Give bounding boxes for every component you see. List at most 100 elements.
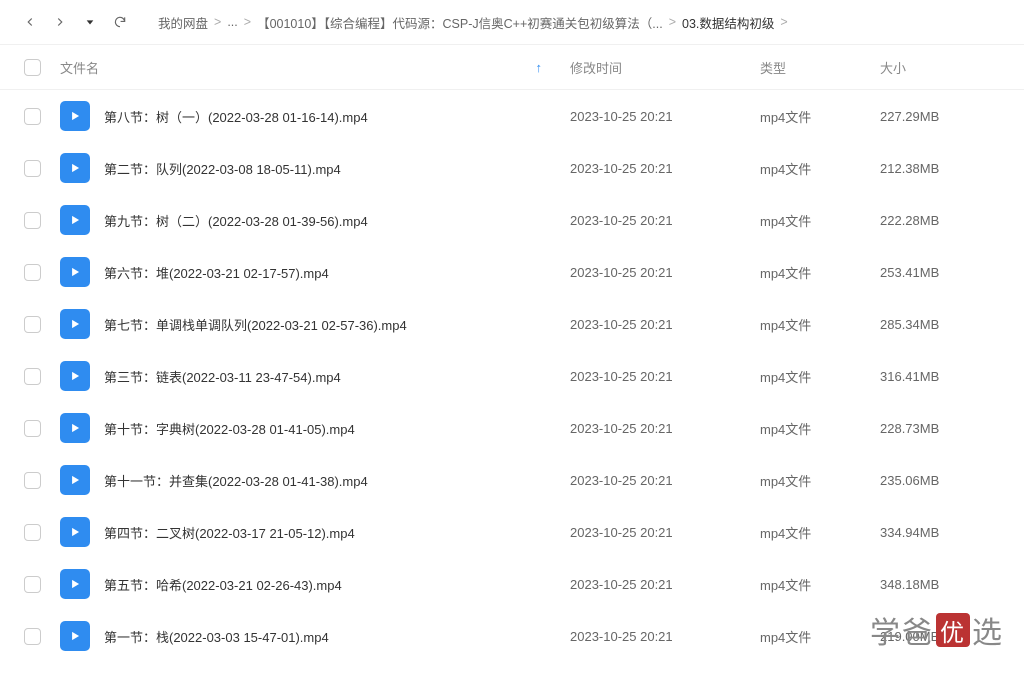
table-row[interactable]: 第七节：单调栈单调队列(2022-03-21 02-57-36).mp42023… — [0, 298, 1024, 350]
file-size: 285.34MB — [880, 317, 1000, 332]
row-checkbox[interactable] — [24, 524, 41, 541]
file-size: 222.28MB — [880, 213, 1000, 228]
file-name[interactable]: 第八节：树（一）(2022-03-28 01-16-14).mp4 — [104, 107, 570, 126]
table-row[interactable]: 第三节：链表(2022-03-11 23-47-54).mp42023-10-2… — [0, 350, 1024, 402]
col-check — [24, 576, 60, 593]
table-row[interactable]: 第十一节：并查集(2022-03-28 01-41-38).mp42023-10… — [0, 454, 1024, 506]
breadcrumb-folder-1[interactable]: 【001010】【综合编程】代码源：CSP-J信奥C++初赛通关包初级算法（..… — [257, 13, 663, 32]
row-checkbox[interactable] — [24, 108, 41, 125]
video-file-icon — [60, 569, 90, 599]
file-mtime: 2023-10-25 20:21 — [570, 629, 760, 644]
file-type: mp4文件 — [760, 263, 880, 282]
file-name[interactable]: 第九节：树（二）(2022-03-28 01-39-56).mp4 — [104, 211, 570, 230]
forward-button[interactable] — [48, 10, 72, 34]
row-checkbox[interactable] — [24, 576, 41, 593]
refresh-button[interactable] — [108, 10, 132, 34]
row-checkbox[interactable] — [24, 472, 41, 489]
back-button[interactable] — [18, 10, 42, 34]
file-name[interactable]: 第五节：哈希(2022-03-21 02-26-43).mp4 — [104, 575, 570, 594]
col-name-header[interactable]: 文件名 ↑ — [60, 58, 570, 77]
table-row[interactable]: 第四节：二叉树(2022-03-17 21-05-12).mp42023-10-… — [0, 506, 1024, 558]
breadcrumb-root[interactable]: 我的网盘 — [158, 13, 208, 32]
col-check — [24, 108, 60, 125]
sort-arrow-icon: ↑ — [536, 60, 543, 75]
video-file-icon — [60, 517, 90, 547]
col-check — [24, 628, 60, 645]
file-size: 228.73MB — [880, 421, 1000, 436]
row-checkbox[interactable] — [24, 628, 41, 645]
file-size: 235.06MB — [880, 473, 1000, 488]
file-name[interactable]: 第七节：单调栈单调队列(2022-03-21 02-57-36).mp4 — [104, 315, 570, 334]
file-name[interactable]: 第十节：字典树(2022-03-28 01-41-05).mp4 — [104, 419, 570, 438]
chevron-right-icon — [53, 15, 67, 29]
col-type-header[interactable]: 类型 — [760, 58, 880, 77]
col-check — [24, 368, 60, 385]
col-size-label: 大小 — [880, 61, 906, 76]
refresh-icon — [113, 15, 127, 29]
col-check — [24, 160, 60, 177]
file-mtime: 2023-10-25 20:21 — [570, 577, 760, 592]
table-header: 文件名 ↑ 修改时间 类型 大小 — [0, 44, 1024, 90]
row-checkbox[interactable] — [24, 368, 41, 385]
breadcrumb-current[interactable]: 03.数据结构初级 — [682, 13, 774, 32]
table-row[interactable]: 第六节：堆(2022-03-21 02-17-57).mp42023-10-25… — [0, 246, 1024, 298]
file-size: 219.00MB — [880, 629, 1000, 644]
row-checkbox[interactable] — [24, 420, 41, 437]
col-mtime-header[interactable]: 修改时间 — [570, 58, 760, 77]
table-row[interactable]: 第二节：队列(2022-03-08 18-05-11).mp42023-10-2… — [0, 142, 1024, 194]
file-name[interactable]: 第二节：队列(2022-03-08 18-05-11).mp4 — [104, 159, 570, 178]
col-check — [24, 524, 60, 541]
file-type: mp4文件 — [760, 367, 880, 386]
col-type-label: 类型 — [760, 61, 786, 76]
file-size: 348.18MB — [880, 577, 1000, 592]
file-type: mp4文件 — [760, 627, 880, 646]
file-name[interactable]: 第三节：链表(2022-03-11 23-47-54).mp4 — [104, 367, 570, 386]
file-type: mp4文件 — [760, 211, 880, 230]
file-name[interactable]: 第十一节：并查集(2022-03-28 01-41-38).mp4 — [104, 471, 570, 490]
file-name[interactable]: 第六节：堆(2022-03-21 02-17-57).mp4 — [104, 263, 570, 282]
file-mtime: 2023-10-25 20:21 — [570, 525, 760, 540]
breadcrumb-ellipsis[interactable]: ... — [227, 15, 237, 29]
col-name-label: 文件名 — [60, 58, 99, 77]
file-mtime: 2023-10-25 20:21 — [570, 473, 760, 488]
video-file-icon — [60, 257, 90, 287]
file-type: mp4文件 — [760, 419, 880, 438]
video-file-icon — [60, 205, 90, 235]
table-row[interactable]: 第一节：栈(2022-03-03 15-47-01).mp42023-10-25… — [0, 610, 1024, 662]
col-check — [24, 59, 60, 76]
history-dropdown-button[interactable] — [78, 10, 102, 34]
row-checkbox[interactable] — [24, 212, 41, 229]
row-checkbox[interactable] — [24, 316, 41, 333]
file-name[interactable]: 第一节：栈(2022-03-03 15-47-01).mp4 — [104, 627, 570, 646]
file-type: mp4文件 — [760, 315, 880, 334]
row-checkbox[interactable] — [24, 264, 41, 281]
breadcrumb-sep: > — [214, 15, 221, 29]
file-mtime: 2023-10-25 20:21 — [570, 109, 760, 124]
file-mtime: 2023-10-25 20:21 — [570, 421, 760, 436]
file-type: mp4文件 — [760, 107, 880, 126]
col-size-header[interactable]: 大小 — [880, 58, 1000, 77]
file-type: mp4文件 — [760, 575, 880, 594]
table-row[interactable]: 第十节：字典树(2022-03-28 01-41-05).mp42023-10-… — [0, 402, 1024, 454]
file-size: 316.41MB — [880, 369, 1000, 384]
file-type: mp4文件 — [760, 159, 880, 178]
file-name[interactable]: 第四节：二叉树(2022-03-17 21-05-12).mp4 — [104, 523, 570, 542]
video-file-icon — [60, 361, 90, 391]
table-row[interactable]: 第九节：树（二）(2022-03-28 01-39-56).mp42023-10… — [0, 194, 1024, 246]
table-row[interactable]: 第八节：树（一）(2022-03-28 01-16-14).mp42023-10… — [0, 90, 1024, 142]
video-file-icon — [60, 465, 90, 495]
file-size: 334.94MB — [880, 525, 1000, 540]
file-mtime: 2023-10-25 20:21 — [570, 265, 760, 280]
toolbar: 我的网盘 > ... > 【001010】【综合编程】代码源：CSP-J信奥C+… — [0, 0, 1024, 44]
file-type: mp4文件 — [760, 523, 880, 542]
select-all-checkbox[interactable] — [24, 59, 41, 76]
video-file-icon — [60, 621, 90, 651]
breadcrumb-sep: > — [780, 15, 787, 29]
table-row[interactable]: 第五节：哈希(2022-03-21 02-26-43).mp42023-10-2… — [0, 558, 1024, 610]
file-mtime: 2023-10-25 20:21 — [570, 161, 760, 176]
row-checkbox[interactable] — [24, 160, 41, 177]
video-file-icon — [60, 309, 90, 339]
file-mtime: 2023-10-25 20:21 — [570, 213, 760, 228]
video-file-icon — [60, 413, 90, 443]
col-check — [24, 316, 60, 333]
